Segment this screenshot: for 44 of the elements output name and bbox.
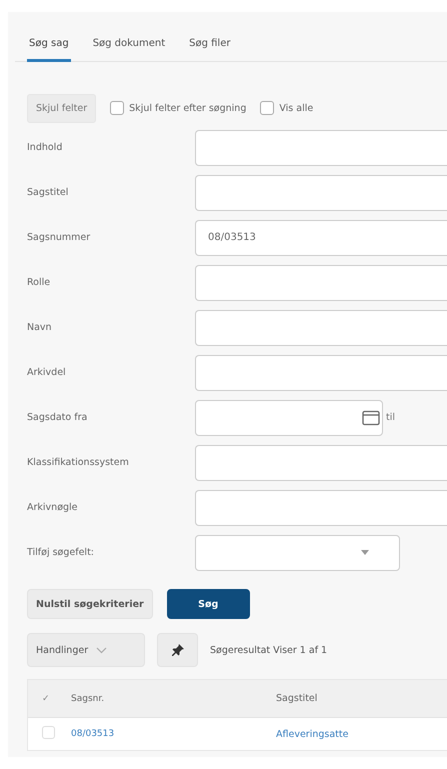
hide-fields-button[interactable]: Skjul felter: [27, 94, 96, 122]
checkbox-label: Skjul felter efter søgning: [129, 102, 246, 114]
calendar-icon[interactable]: [362, 410, 380, 426]
date-field[interactable]: [195, 400, 383, 436]
field-label: Arkivnøgle: [27, 502, 79, 513]
input-field[interactable]: [195, 444, 447, 480]
checkbox-label: Vis alle: [279, 102, 314, 114]
input-field[interactable]: [195, 174, 447, 210]
case-number-link[interactable]: 08/03513: [71, 729, 276, 739]
result-summary: Søgeresultat Viser 1 af 1: [210, 644, 328, 656]
column-header[interactable]: Sagstitel: [276, 693, 447, 704]
field-label: Tilføj søgefelt:: [27, 547, 95, 558]
reset-button[interactable]: Nulstil søgekriterier: [27, 589, 153, 619]
checkbox[interactable]: [110, 101, 124, 115]
pin-button[interactable]: [157, 633, 198, 667]
select-all-mark[interactable]: ✓: [28, 694, 71, 704]
field-label: til: [386, 412, 396, 423]
input-field[interactable]: [195, 130, 447, 166]
case-title-link[interactable]: Afleveringsatte: [276, 728, 447, 740]
field-label: Arkivdel: [27, 367, 67, 378]
input-field[interactable]: [195, 264, 447, 300]
input-field[interactable]: 08/03513: [195, 220, 447, 256]
row-checkbox[interactable]: [42, 726, 55, 739]
tab[interactable]: Søg sag: [27, 34, 71, 62]
checkbox[interactable]: [260, 101, 274, 115]
field-label: Sagsdato fra: [27, 412, 88, 423]
search-button[interactable]: Søg: [166, 589, 250, 619]
field-label: Sagstitel: [27, 187, 70, 198]
actions-dropdown[interactable]: Handlinger: [27, 633, 145, 667]
dropdown[interactable]: [195, 534, 400, 570]
column-header[interactable]: Sagsnr.: [71, 694, 276, 704]
input-field[interactable]: [195, 310, 447, 346]
input-field[interactable]: [195, 490, 447, 526]
field-label: Navn: [27, 322, 53, 333]
input-field[interactable]: [195, 354, 447, 390]
field-label: Rolle: [27, 277, 52, 288]
tab[interactable]: Søg filer: [187, 34, 232, 62]
tab[interactable]: Søg dokument: [90, 34, 168, 62]
field-label: Indhold: [27, 142, 64, 153]
pin-icon: [170, 643, 184, 657]
field-label: Sagsnummer: [27, 232, 92, 243]
chevron-icon: [96, 646, 108, 654]
caret-icon: [361, 550, 369, 555]
field-label: Klassifikationssystem: [27, 457, 130, 468]
